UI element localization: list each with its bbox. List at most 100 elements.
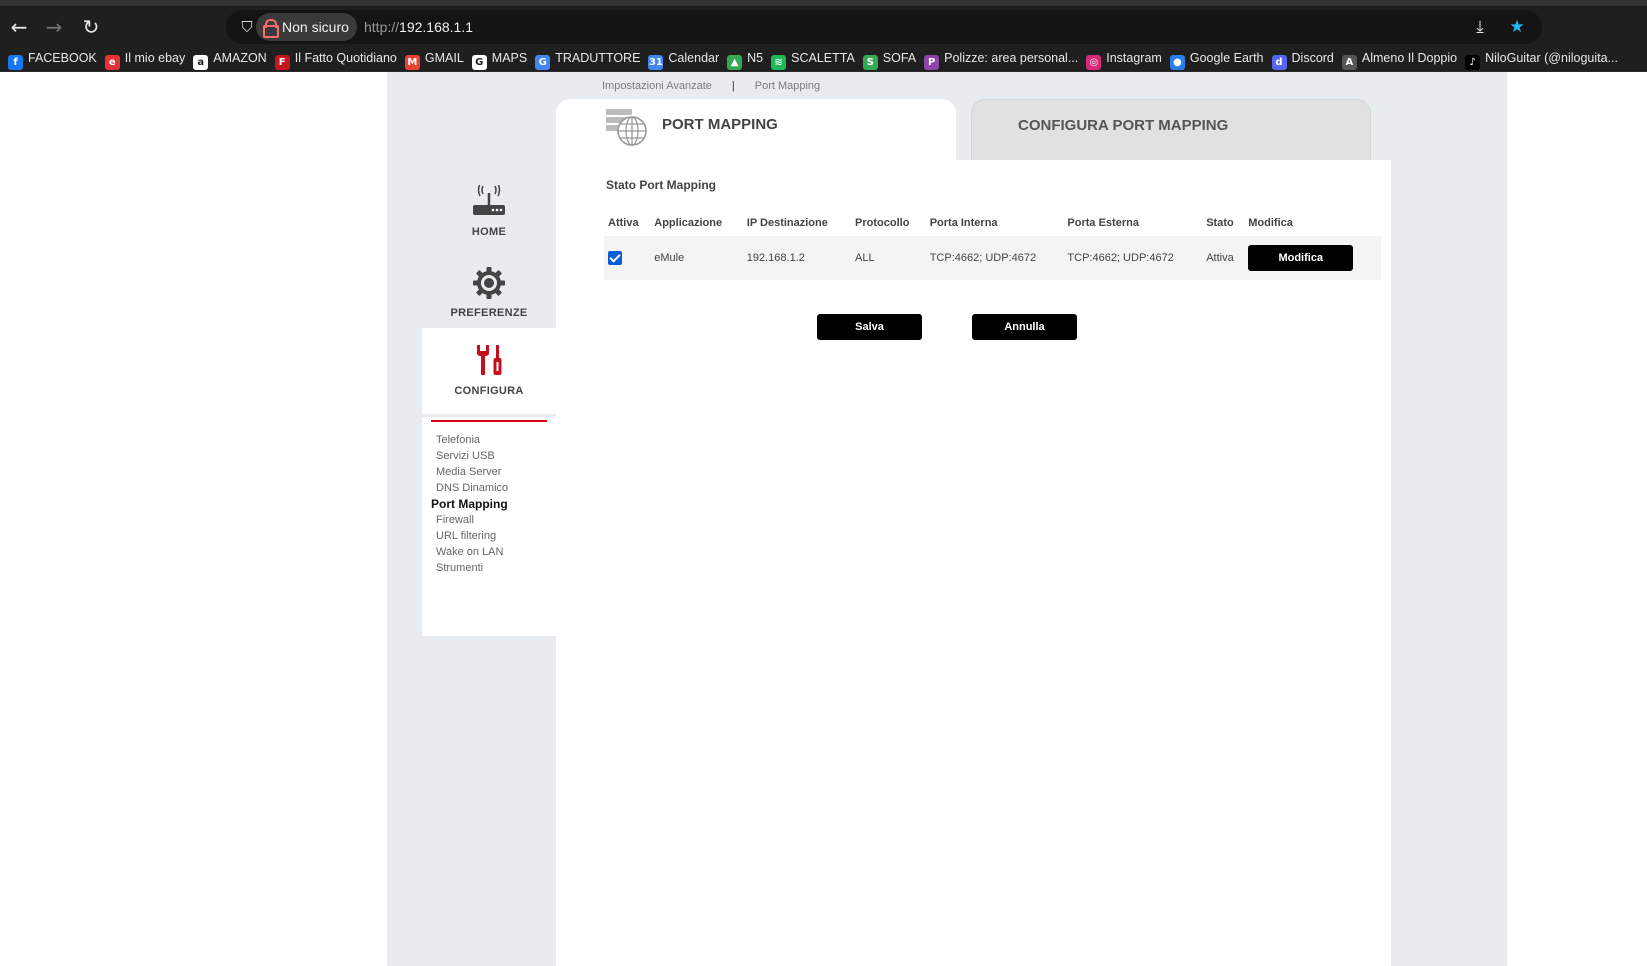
bookmark-label: SCALETTA xyxy=(791,51,855,65)
bookmark-item[interactable]: M GMAIL xyxy=(404,44,464,71)
sidebar-item-configura[interactable]: CONFIGURA xyxy=(422,328,556,414)
sofa-icon: S xyxy=(862,55,878,70)
submenu-list: Telefonia Servizi USB Media Server DNS Dina… xyxy=(431,432,508,576)
almeno-icon: A xyxy=(1341,55,1357,70)
tab-configura-port-mapping[interactable]: CONFIGURA PORT MAPPING xyxy=(971,99,1371,161)
bookmark-item[interactable]: d Discord xyxy=(1271,44,1334,71)
column-header: Protocollo xyxy=(855,217,910,229)
bookmark-item[interactable]: ◎ Instagram xyxy=(1086,44,1162,71)
save-button[interactable]: Salva xyxy=(817,314,922,340)
tab-port-mapping-label: PORT MAPPING xyxy=(662,116,778,133)
gmail-icon: M xyxy=(404,55,420,70)
install-app-icon[interactable]: ⤓ xyxy=(1469,16,1491,38)
drive-icon: ▲ xyxy=(727,55,743,70)
forward-arrow-icon[interactable]: → xyxy=(40,13,68,41)
cell-stato: Attiva xyxy=(1202,236,1245,280)
browser-toolbar: ← → ↻ ⛉ Non sicuro http://192.168.1.1 ⤓ … xyxy=(0,0,1647,44)
url-scheme: http:// xyxy=(364,19,400,35)
bookmark-item[interactable]: e Il mio ebay xyxy=(104,44,186,71)
bookmark-item[interactable]: G MAPS xyxy=(471,44,527,71)
tab-port-mapping[interactable]: PORT MAPPING xyxy=(556,99,956,161)
bookmark-item[interactable]: A Almeno Il Doppio xyxy=(1341,44,1457,71)
tools-icon xyxy=(477,345,502,375)
bookmark-label: GMAIL xyxy=(424,51,464,65)
cell-ip-destinazione: 192.168.1.2 xyxy=(742,236,852,280)
bookmark-item[interactable]: ● Google Earth xyxy=(1169,44,1264,71)
bookmark-item[interactable]: F Il Fatto Quotidiano xyxy=(274,44,397,71)
facebook-icon: f xyxy=(8,55,23,70)
page-frame: Impostazioni Avanzate | Port Mapping HOME xyxy=(387,72,1507,966)
amazon-icon: a xyxy=(193,55,209,70)
table-header-row: Attiva Applicazione IP Destinazione Protoco… xyxy=(604,210,1381,236)
bookmark-label: Polizze: area personal... xyxy=(944,51,1079,65)
submenu-item-port-mapping[interactable]: Port Mapping xyxy=(431,496,508,512)
spotify-icon: ≋ xyxy=(771,55,787,70)
back-arrow-icon[interactable]: ← xyxy=(5,13,33,41)
column-header: Stato xyxy=(1206,217,1234,229)
submenu-item-url-filtering[interactable]: URL filtering xyxy=(436,528,508,544)
cell-porta-interna: TCP:4662; UDP:4672 xyxy=(925,236,1064,280)
column-header: IP Destinazione xyxy=(746,217,828,229)
discord-icon: d xyxy=(1271,55,1287,70)
sidebar-preferenze-label: PREFERENZE xyxy=(450,307,528,319)
bookmark-item[interactable]: P Polizze: area personal... xyxy=(924,44,1079,71)
url-text[interactable]: http://192.168.1.1 xyxy=(364,10,473,44)
breadcrumb-separator: | xyxy=(731,80,735,92)
bookmark-label: N5 xyxy=(747,51,764,65)
address-bar[interactable]: ⛉ Non sicuro http://192.168.1.1 ⤓ ★ xyxy=(226,10,1542,44)
calendar-icon: 31 xyxy=(648,55,664,70)
bookmark-star-icon[interactable]: ★ xyxy=(1506,16,1528,38)
submenu-item-media-server[interactable]: Media Server xyxy=(436,464,508,480)
bookmark-item[interactable]: a AMAZON xyxy=(193,44,267,71)
active-checkbox[interactable] xyxy=(608,251,622,265)
bookmark-label: Discord xyxy=(1291,51,1334,65)
fatto-quotidiano-icon: F xyxy=(274,55,290,70)
router-icon xyxy=(473,183,505,215)
bookmark-item[interactable]: S SOFA xyxy=(862,44,917,71)
section-title: Stato Port Mapping xyxy=(606,178,716,192)
cancel-button[interactable]: Annulla xyxy=(972,314,1077,340)
bookmark-label: TRADUTTORE xyxy=(555,51,641,65)
column-header: Attiva xyxy=(608,217,639,229)
submenu-item-wake-on-lan[interactable]: Wake on LAN xyxy=(436,544,508,560)
breadcrumb-current: Port Mapping xyxy=(754,80,821,92)
earth-icon: ● xyxy=(1169,55,1185,70)
bookmark-item[interactable]: ▲ N5 xyxy=(727,44,764,71)
cell-modifica: Modifica xyxy=(1244,236,1381,280)
network-globe-icon xyxy=(606,109,647,146)
sidebar-home-label: HOME xyxy=(471,226,507,238)
bookmark-item[interactable]: ≋ SCALETTA xyxy=(771,44,855,71)
cell-applicazione: eMule xyxy=(650,236,743,280)
breadcrumb-parent[interactable]: Impostazioni Avanzate xyxy=(602,80,712,92)
submenu-item-strumenti[interactable]: Strumenti xyxy=(436,560,508,576)
bookmark-item[interactable]: 31 Calendar xyxy=(648,44,720,71)
bookmarks-bar: f FACEBOOK e Il mio ebay a AMAZON F Il Fatto Qu… xyxy=(0,44,1647,72)
edit-button[interactable]: Modifica xyxy=(1248,245,1354,271)
gear-icon xyxy=(473,267,505,299)
bookmark-label: SOFA xyxy=(882,51,917,65)
submenu-item-dns-dinamico[interactable]: DNS Dinamico xyxy=(436,480,508,496)
bookmark-label: FACEBOOK xyxy=(28,51,97,65)
table-row: eMule 192.168.1.2 ALL TCP:4662; UDP:4672 TCP… xyxy=(604,236,1381,280)
sidebar-item-preferenze[interactable]: PREFERENZE xyxy=(422,266,556,319)
submenu-item-firewall[interactable]: Firewall xyxy=(436,512,508,528)
bookmark-label: Calendar xyxy=(668,51,720,65)
column-header: Modifica xyxy=(1248,217,1293,229)
ebay-icon: e xyxy=(104,55,120,70)
tab-configura-label: CONFIGURA PORT MAPPING xyxy=(1018,117,1229,134)
bookmark-label: Google Earth xyxy=(1189,51,1264,65)
reload-icon[interactable]: ↻ xyxy=(77,13,105,41)
bookmark-item[interactable]: f FACEBOOK xyxy=(8,44,97,71)
lock-icon xyxy=(263,19,279,38)
bookmark-item[interactable]: G TRADUTTORE xyxy=(535,44,641,71)
polizze-icon: P xyxy=(924,55,940,70)
bookmark-label: Il mio ebay xyxy=(124,51,186,65)
shield-icon[interactable]: ⛉ xyxy=(236,15,258,39)
sidebar-item-home[interactable]: HOME xyxy=(422,183,556,238)
submenu-item-telefonia[interactable]: Telefonia xyxy=(436,432,508,448)
active-section-divider xyxy=(431,420,547,422)
submenu-item-servizi-usb[interactable]: Servizi USB xyxy=(436,448,508,464)
bookmark-item[interactable]: ♪ NiloGuitar (@niloguita... xyxy=(1465,44,1618,71)
security-chip[interactable]: Non sicuro xyxy=(256,13,357,41)
column-header: Applicazione xyxy=(654,217,723,229)
